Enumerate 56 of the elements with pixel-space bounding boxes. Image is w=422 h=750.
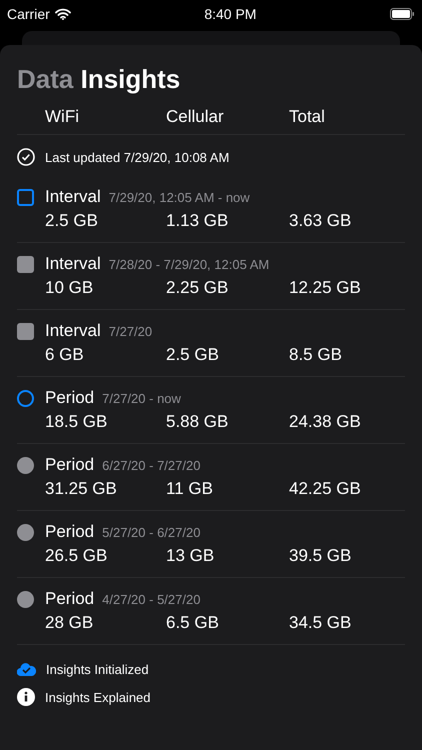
circle-marker-icon[interactable]	[17, 524, 34, 540]
row-label: Interval	[45, 254, 101, 274]
usage-value: 10 GB	[45, 277, 94, 299]
row-label: Interval	[45, 321, 101, 341]
square-marker-icon[interactable]	[17, 256, 34, 272]
circle-marker-icon[interactable]	[17, 390, 34, 406]
row-label: Period	[45, 522, 94, 542]
page-title: Data Insights	[17, 63, 182, 94]
cloud-check-icon	[17, 662, 36, 676]
usage-value: 11 GB	[166, 478, 214, 500]
date-range: 4/27/20 - 5/27/20	[102, 592, 200, 606]
usage-value: 1.13 GB	[166, 210, 230, 232]
circle-marker-icon[interactable]	[17, 456, 34, 474]
date-range: 7/27/20 - now	[102, 390, 181, 406]
row-label: Period	[45, 455, 94, 475]
column-header: Total	[289, 106, 326, 128]
row-label: Interval	[45, 187, 101, 207]
footer-link[interactable]: Insights Initialized	[46, 662, 149, 676]
usage-value: 6.5 GB	[166, 612, 220, 634]
checkmark-circle-icon	[17, 148, 35, 166]
usage-value: 2.5 GB	[166, 344, 220, 366]
square-marker-icon[interactable]	[17, 322, 34, 340]
usage-value: 2.25 GB	[166, 277, 230, 299]
clock-time: 8:40 PM	[204, 6, 256, 22]
usage-value: 31.25 GB	[45, 478, 118, 500]
last-updated-text: Last updated 7/29/20, 10:08 AM	[45, 150, 230, 164]
wifi-icon	[54, 8, 71, 20]
usage-value: 28 GB	[45, 612, 94, 634]
usage-value: 18.5 GB	[45, 411, 108, 433]
battery-icon	[390, 8, 414, 20]
column-header: WiFi	[45, 106, 80, 128]
date-range: 6/27/20 - 7/27/20	[102, 458, 200, 472]
usage-value: 26.5 GB	[45, 545, 108, 567]
usage-value: 8.5 GB	[289, 344, 343, 366]
date-range: 7/28/20 - 7/29/20, 12:05 AM	[108, 256, 270, 272]
usage-value: 24.38 GB	[289, 411, 362, 433]
column-header: Cellular	[166, 106, 225, 128]
usage-value: 39.5 GB	[289, 545, 352, 567]
footer-link[interactable]: Insights Explained	[45, 690, 151, 704]
usage-value: 5.88 GB	[166, 411, 230, 433]
date-range: 5/27/20 - 6/27/20	[102, 524, 200, 540]
carrier-label: Carrier	[7, 6, 50, 22]
usage-value: 34.5 GB	[289, 612, 352, 634]
usage-value: 2.5 GB	[45, 210, 99, 232]
info-icon	[17, 688, 35, 706]
date-range: 7/29/20, 12:05 AM - now	[108, 190, 250, 204]
usage-value: 12.25 GB	[289, 277, 362, 299]
date-range: 7/27/20	[108, 324, 152, 338]
square-marker-icon[interactable]	[17, 188, 34, 206]
usage-value: 6 GB	[45, 344, 85, 366]
row-label: Period	[45, 388, 94, 408]
usage-value: 42.25 GB	[289, 478, 362, 500]
row-label: Period	[45, 589, 94, 609]
usage-value: 13 GB	[166, 545, 216, 567]
circle-marker-icon[interactable]	[17, 590, 34, 608]
usage-value: 3.63 GB	[289, 210, 352, 232]
